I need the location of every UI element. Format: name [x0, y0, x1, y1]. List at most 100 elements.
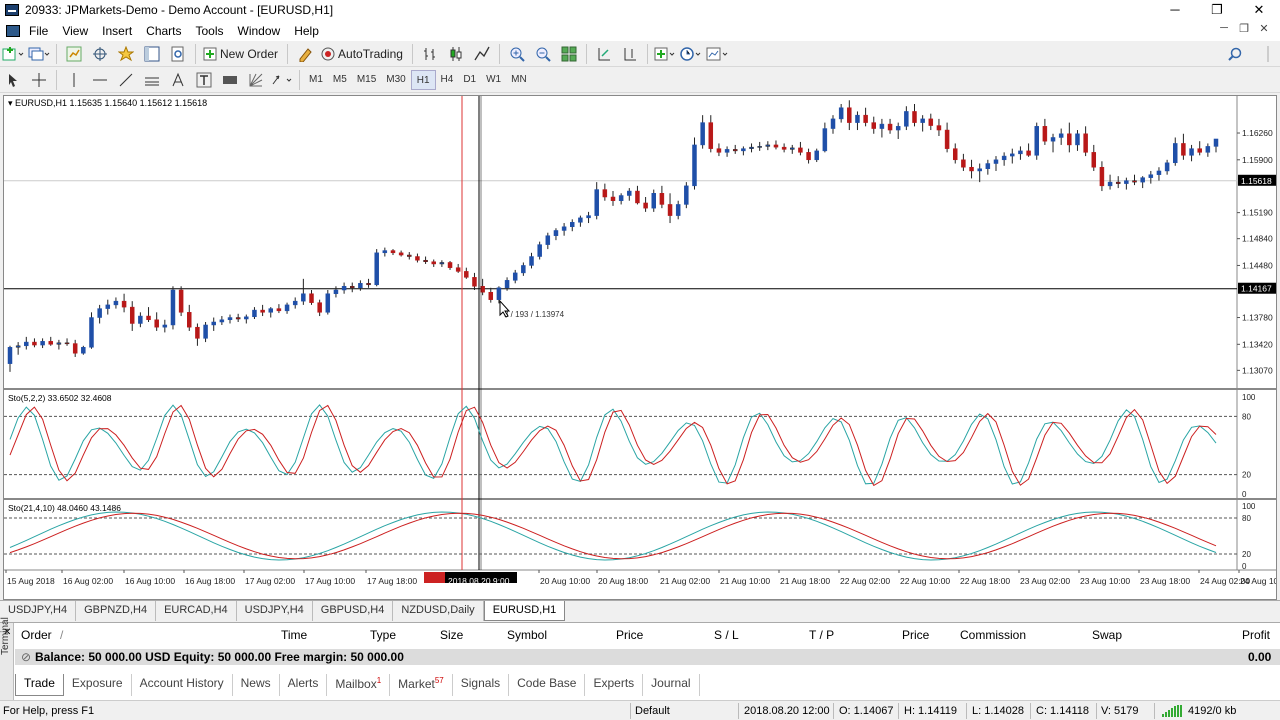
chart-window[interactable]: 1.16260 1.15900 1.15618 1.15190 1.14840 1.144…	[3, 95, 1277, 600]
tab-code-base[interactable]: Code Base	[509, 674, 586, 696]
bar-chart-button[interactable]	[419, 43, 441, 65]
col-commission[interactable]: Commission	[960, 628, 1026, 642]
mdi-minimize-button[interactable]: ─	[1214, 22, 1234, 35]
chart-tab-nzdusd-daily[interactable]: NZDUSD,Daily	[393, 601, 484, 621]
menu-insert[interactable]: Insert	[99, 24, 143, 38]
data-window-button[interactable]	[89, 43, 111, 65]
app-icon	[5, 4, 19, 16]
status-profile[interactable]: Default	[635, 705, 670, 717]
timeframe-d1[interactable]: D1	[458, 70, 481, 90]
trendline-button[interactable]	[115, 69, 137, 91]
col-sort[interactable]: /	[60, 628, 63, 642]
menu-charts[interactable]: Charts	[143, 24, 192, 38]
autotrading-button[interactable]: AutoTrading	[320, 43, 406, 65]
text-button[interactable]	[193, 69, 215, 91]
mdi-restore-button[interactable]: ❐	[1234, 22, 1254, 35]
label-button[interactable]	[219, 69, 241, 91]
mouse-cursor-icon	[499, 299, 511, 318]
col-profit[interactable]: Profit	[1242, 628, 1270, 642]
timeframe-m30[interactable]: M30	[381, 70, 410, 90]
terminal-button[interactable]	[141, 43, 163, 65]
candle-bear	[423, 259, 428, 262]
chart-tab-usdjpy-h4[interactable]: USDJPY,H4	[237, 601, 313, 621]
col-price-current[interactable]: Price	[902, 628, 929, 642]
metaeditor-button[interactable]	[294, 43, 316, 65]
tab-signals[interactable]: Signals	[453, 674, 510, 696]
tab-exposure[interactable]: Exposure	[64, 674, 132, 696]
chart-tab-gbpnzd-h4[interactable]: GBPNZD,H4	[76, 601, 157, 621]
candle-bear	[276, 308, 282, 312]
timeframe-m15[interactable]: M15	[352, 70, 381, 90]
tab-news[interactable]: News	[233, 674, 280, 696]
templates-button[interactable]	[706, 43, 728, 65]
timeframe-m1[interactable]: M1	[304, 70, 328, 90]
timeframe-mn[interactable]: MN	[506, 70, 532, 90]
zoom-in-button[interactable]	[506, 43, 528, 65]
cursor-button[interactable]	[2, 69, 24, 91]
col-order[interactable]: Order	[21, 628, 52, 642]
vertical-line-button[interactable]	[63, 69, 85, 91]
chart-tab-eurcad-h4[interactable]: EURCAD,H4	[156, 601, 237, 621]
profiles-button[interactable]	[28, 43, 50, 65]
chart-tab-eurusd-h1[interactable]: EURUSD,H1	[483, 601, 566, 621]
new-order-button[interactable]: New Order	[202, 43, 281, 65]
timeframe-h1[interactable]: H1	[410, 69, 436, 90]
tile-windows-button[interactable]	[558, 43, 580, 65]
timeframe-m5[interactable]: M5	[328, 70, 352, 90]
time-tick-label: 24 Aug 10:00	[1240, 576, 1276, 586]
arrows-button[interactable]	[271, 69, 293, 91]
col-size[interactable]: Size	[440, 628, 463, 642]
gann-button[interactable]	[245, 69, 267, 91]
market-watch-button[interactable]	[63, 43, 85, 65]
tab-alerts[interactable]: Alerts	[280, 674, 328, 696]
mdi-close-button[interactable]: ✕	[1254, 22, 1274, 35]
candle-bull	[724, 149, 730, 153]
menu-tools[interactable]: Tools	[193, 24, 235, 38]
market-watch-icon	[66, 46, 82, 61]
crosshair-button[interactable]	[28, 69, 50, 91]
chart-tab-gbpusd-h4[interactable]: GBPUSD,H4	[313, 601, 394, 621]
navigator-button[interactable]	[115, 43, 137, 65]
channel-button[interactable]	[141, 69, 163, 91]
chart-autoscroll-button[interactable]	[593, 43, 615, 65]
col-tp[interactable]: T / P	[809, 628, 834, 642]
horizontal-line-button[interactable]	[89, 69, 111, 91]
price-chart[interactable]: 1.16260 1.15900 1.15618 1.15190 1.14840 1.144…	[4, 96, 1276, 599]
close-button[interactable]: ✕	[1238, 0, 1280, 20]
col-symbol[interactable]: Symbol	[507, 628, 547, 642]
timeframe-h4[interactable]: H4	[436, 70, 459, 90]
candlestick-button[interactable]	[445, 43, 467, 65]
col-time[interactable]: Time	[281, 628, 307, 642]
tab-account-history[interactable]: Account History	[132, 674, 233, 696]
timeframe-w1[interactable]: W1	[481, 70, 506, 90]
candle-bull	[1075, 133, 1080, 146]
chart-tab-usdjpy-h4[interactable]: USDJPY,H4	[0, 601, 77, 621]
fibo-button[interactable]	[167, 69, 189, 91]
line-chart-button[interactable]	[471, 43, 493, 65]
indicators-button[interactable]	[654, 43, 676, 65]
col-price[interactable]: Price	[616, 628, 643, 642]
menu-view[interactable]: View	[59, 24, 99, 38]
menu-file[interactable]: File	[26, 24, 59, 38]
strategy-tester-button[interactable]	[167, 43, 189, 65]
menu-help[interactable]: Help	[291, 24, 330, 38]
maximize-button[interactable]: ❐	[1196, 0, 1238, 20]
menu-window[interactable]: Window	[235, 24, 292, 38]
tab-experts[interactable]: Experts	[585, 674, 644, 696]
col-sl[interactable]: S / L	[714, 628, 739, 642]
zoom-out-button[interactable]	[532, 43, 554, 65]
chart-window-icon[interactable]	[6, 24, 20, 37]
col-type[interactable]: Type	[370, 628, 396, 642]
periods-button[interactable]	[680, 43, 702, 65]
tab-mailbox[interactable]: Mailbox1	[327, 674, 391, 696]
tab-journal[interactable]: Journal	[643, 674, 700, 696]
tab-market[interactable]: Market57	[390, 674, 453, 696]
tab-trade[interactable]: Trade	[15, 674, 64, 696]
candle-bull	[618, 195, 624, 201]
new-chart-button[interactable]	[2, 43, 24, 65]
time-tick-label: 21 Aug 10:00	[720, 576, 770, 586]
chart-shift-button[interactable]	[619, 43, 641, 65]
search-icon[interactable]	[1228, 47, 1242, 61]
minimize-button[interactable]: ─	[1154, 0, 1196, 20]
col-swap[interactable]: Swap	[1092, 628, 1122, 642]
